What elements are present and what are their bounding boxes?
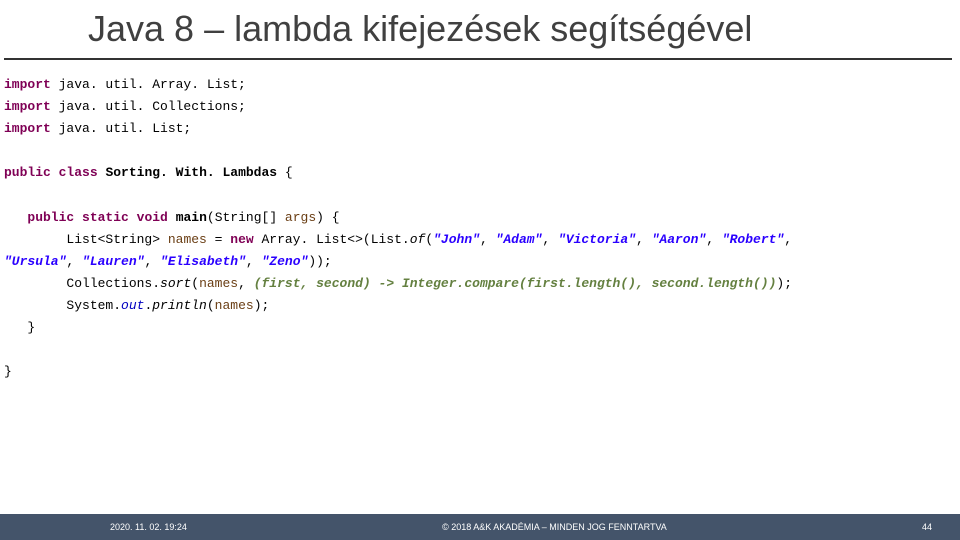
lit: "Ursula" xyxy=(4,254,66,269)
lit: "Elisabeth" xyxy=(160,254,246,269)
lit: "Adam" xyxy=(496,232,543,247)
comma: , xyxy=(784,232,800,247)
type-system: System. xyxy=(66,298,121,313)
eq: = xyxy=(207,232,230,247)
lit: "Aaron" xyxy=(652,232,707,247)
kw-import: import xyxy=(4,99,51,114)
var-names: names xyxy=(199,276,238,291)
close: ); xyxy=(776,276,792,291)
paren: ( xyxy=(191,276,199,291)
call-of: of xyxy=(410,232,426,247)
import-3: java. util. List; xyxy=(51,121,191,136)
method-name: main xyxy=(176,210,207,225)
code-block: import java. util. Array. List; import j… xyxy=(4,74,956,383)
import-1: java. util. Array. List; xyxy=(51,77,246,92)
type-list: List<String> xyxy=(66,232,167,247)
var-names: names xyxy=(215,298,254,313)
footer-timestamp: 2020. 11. 02. 19:24 xyxy=(0,522,187,532)
footer-copyright: © 2018 A&K AKADÉMIA – MINDEN JOG FENNTAR… xyxy=(187,522,922,532)
comma: , xyxy=(66,254,82,269)
var-names: names xyxy=(168,232,207,247)
kw-class: class xyxy=(59,165,98,180)
lit: "John" xyxy=(433,232,480,247)
field-out: out xyxy=(121,298,144,313)
import-2: java. util. Collections; xyxy=(51,99,246,114)
brace-close: } xyxy=(4,364,12,379)
ctor: Array. List<>(List. xyxy=(254,232,410,247)
sig: (String[] xyxy=(207,210,285,225)
lit: "Robert" xyxy=(722,232,784,247)
slide-title: Java 8 – lambda kifejezések segítségével xyxy=(88,8,752,50)
sig: ) { xyxy=(316,210,339,225)
lit: "Victoria" xyxy=(558,232,636,247)
comma: , xyxy=(706,232,722,247)
kw-public: public xyxy=(27,210,74,225)
comma: , xyxy=(144,254,160,269)
arg: args xyxy=(285,210,316,225)
kw-static: static xyxy=(82,210,129,225)
call-println: println xyxy=(152,298,207,313)
brace-close: } xyxy=(27,320,35,335)
footer-page-number: 44 xyxy=(922,522,960,532)
kw-import: import xyxy=(4,121,51,136)
comma: , xyxy=(542,232,558,247)
lambda-expr: (first, second) -> Integer.compare(first… xyxy=(254,276,777,291)
title-rule xyxy=(4,58,952,60)
comma: , xyxy=(246,254,262,269)
brace-open: { xyxy=(285,165,293,180)
footer-bar: 2020. 11. 02. 19:24 © 2018 A&K AKADÉMIA … xyxy=(0,514,960,540)
comma: , xyxy=(480,232,496,247)
kw-void: void xyxy=(137,210,168,225)
type-collections: Collections. xyxy=(66,276,160,291)
call-sort: sort xyxy=(160,276,191,291)
paren: ( xyxy=(425,232,433,247)
kw-import: import xyxy=(4,77,51,92)
comma: , xyxy=(636,232,652,247)
lit: "Zeno" xyxy=(262,254,309,269)
paren: ( xyxy=(207,298,215,313)
class-name: Sorting. With. Lambdas xyxy=(105,165,284,180)
kw-new: new xyxy=(230,232,253,247)
close: ); xyxy=(254,298,270,313)
kw-public: public xyxy=(4,165,51,180)
comma: , xyxy=(238,276,254,291)
close: )); xyxy=(308,254,331,269)
lit: "Lauren" xyxy=(82,254,144,269)
